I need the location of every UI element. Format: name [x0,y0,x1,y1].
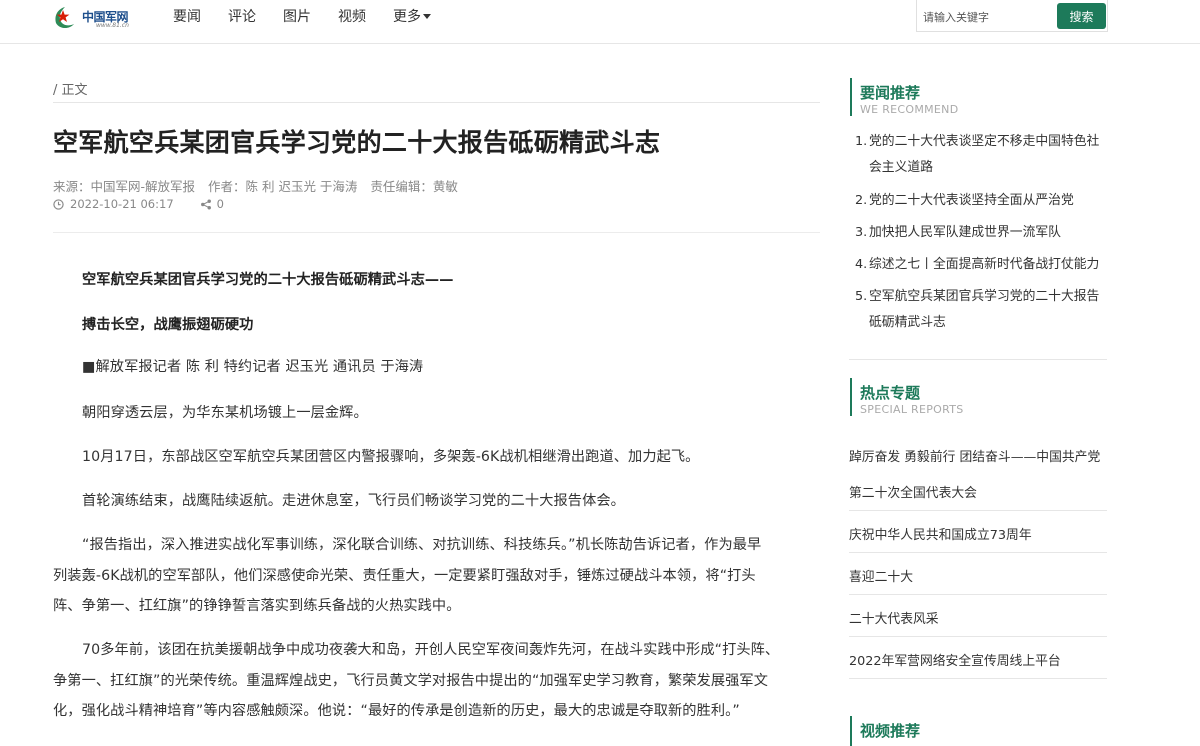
paragraph-line: 10月17日，东部战区空军航空兵某团营区内警报骤响，多架轰-6K战机相继滑出跑道… [82,449,700,465]
paragraph-line: 70多年前，该团在抗美援朝战争中成功夜袭大和岛，开创人民空军夜间轰炸先河，在战斗… [82,642,780,658]
paragraph-line: 搏击长空，战鹰振翅砺硬功 [82,317,254,333]
special-item[interactable]: 踔厉奋发 勇毅前行 团结奋斗——中国共产党 [849,446,1100,465]
section-accent-bar [850,378,852,416]
article-title: 空军航空兵某团官兵学习党的二十大报告砥砺精武斗志 [53,128,661,157]
recommend-number: 3. [855,225,868,240]
paragraph-line: 争第一、扛红旗”的光荣传统。重温辉煌战史，飞行员黄文学对报告中提出的“加强军史学… [53,672,768,689]
share-icon [200,199,211,209]
section-accent-bar [850,716,852,746]
special-item[interactable]: 第二十次全国代表大会 [849,482,977,501]
divider [849,510,1107,511]
article-paragraph: 10月17日，东部战区空军航空兵某团营区内警报骤响，多架轰-6K战机相继滑出跑道… [53,442,821,473]
article-meta: 来源：中国军网-解放军报 作者：陈 利 迟玉光 于海涛 责任编辑：黄敏 [53,176,467,195]
nav-pictures[interactable]: 图片 [283,6,311,26]
special-item[interactable]: 二十大代表风采 [849,608,939,627]
breadcrumb: / 正文 [53,83,88,98]
article-paragraph: 70多年前，该团在抗美援朝战争中成功夜袭大和岛，开创人民空军夜间轰炸先河，在战斗… [53,635,821,727]
search-input[interactable] [923,8,1053,26]
nav-more[interactable]: 更多 [393,6,431,26]
video-title: 视频推荐 [860,722,921,740]
article-paragraph: ■解放军报记者 陈 利 特约记者 迟玉光 通讯员 于海涛 [53,352,821,383]
divider [849,552,1107,553]
nav-comment[interactable]: 评论 [228,6,256,26]
recommend-title: 要闻推荐 [860,84,921,102]
recommend-link: 党的二十大代表谈坚定不移走中国特色社会主义道路 [869,134,1100,175]
recommend-link: 空军航空兵某团官兵学习党的二十大报告砥砺精武斗志 [869,289,1100,330]
divider [53,232,820,233]
paragraph-line: 阵、争第一、扛红旗”的铮铮誓言落实到练兵备战的火热实践中。 [53,598,461,614]
article-editor: 责任编辑：黄敏 [370,179,458,194]
nav-more-label: 更多 [393,9,421,25]
paragraph-line: 首轮演练结束，战鹰陆续返航。走进休息室，飞行员们畅谈学习党的二十大报告体会。 [82,493,625,509]
article-datetime: 2022-10-21 06:17 [70,197,174,211]
recommend-item[interactable]: 1. 党的二十大代表谈坚定不移走中国特色社会主义道路 [855,129,1110,181]
article-paragraph: 首轮演练结束，战鹰陆续返航。走进休息室，飞行员们畅谈学习党的二十大报告体会。 [53,486,821,517]
logo-emblem-icon [55,7,74,29]
special-title: 热点专题 [860,384,921,402]
special-item[interactable]: 庆祝中华人民共和国成立73周年 [849,524,1032,543]
recommend-item[interactable]: 2. 党的二十大代表谈坚持全面从严治党 [855,188,1110,214]
special-item[interactable]: 喜迎二十大 [849,566,913,585]
recommend-number: 4. [855,257,868,272]
divider [849,359,1107,360]
clock-icon [53,198,64,210]
recommend-number: 5. [855,289,868,304]
site-logo[interactable]: 中国军网 www.81.cn [52,5,134,31]
logo-url: www.81.cn [96,22,129,29]
recommend-number: 1. [855,134,868,149]
recommend-link: 党的二十大代表谈坚持全面从严治党 [869,193,1074,208]
paragraph-line: 空军航空兵某团官兵学习党的二十大报告砥砺精武斗志—— [82,272,454,288]
search-box: 搜索 [916,0,1108,32]
article-meta-sub: 2022-10-21 06:17 0 [53,197,224,211]
paragraph-line: 化，强化战斗精神培育”等内容感触颇深。他说：“最好的传承是创造新的历史，最大的忠… [53,703,740,719]
article-paragraph: “报告指出，深入推进实战化军事训练，深化联合训练、对抗训练、科技练兵。”机长陈劼… [53,530,821,622]
special-subtitle: SPECIAL REPORTS [860,403,964,416]
recommend-link: 加快把人民军队建成世界一流军队 [869,225,1061,240]
special-item[interactable]: 2022年军营网络安全宣传周线上平台 [849,650,1061,669]
nav-news[interactable]: 要闻 [173,6,201,26]
article-source: 来源：中国军网-解放军报 [53,179,196,194]
section-accent-bar [850,78,852,116]
article-paragraph: 朝阳穿透云层，为华东某机场镀上一层金辉。 [53,398,821,429]
divider [849,594,1107,595]
paragraph-line: “报告指出，深入推进实战化军事训练，深化联合训练、对抗训练、科技练兵。”机长陈劼… [82,537,762,553]
search-button[interactable]: 搜索 [1057,3,1106,29]
article-paragraph: 空军航空兵某团官兵学习党的二十大报告砥砺精武斗志—— [53,265,821,296]
divider [849,678,1107,679]
divider [849,636,1107,637]
top-header: 中国军网 www.81.cn 要闻 评论 图片 视频 更多 搜索 [0,0,1200,44]
paragraph-line: 朝阳穿透云层，为华东某机场镀上一层金辉。 [82,405,368,421]
divider [53,102,820,103]
share-count: 0 [216,197,224,211]
recommend-link: 综述之七丨全面提高新时代备战打仗能力 [869,257,1100,272]
paragraph-line: ■解放军报记者 陈 利 特约记者 迟玉光 通讯员 于海涛 [82,359,424,375]
share-button[interactable]: 0 [200,197,224,211]
article-author: 作者：陈 利 迟玉光 于海涛 [208,179,358,194]
recommend-item[interactable]: 4. 综述之七丨全面提高新时代备战打仗能力 [855,252,1110,278]
recommend-item[interactable]: 5. 空军航空兵某团官兵学习党的二十大报告砥砺精武斗志 [855,284,1110,336]
main-nav: 要闻 评论 图片 视频 更多 [173,0,458,32]
article-paragraph: 搏击长空，战鹰振翅砺硬功 [53,310,821,341]
recommend-item[interactable]: 3. 加快把人民军队建成世界一流军队 [855,220,1110,246]
caret-down-icon [423,13,431,19]
nav-video[interactable]: 视频 [338,6,366,26]
recommend-subtitle: WE RECOMMEND [860,103,959,116]
paragraph-line: 列装轰-6K战机的空军部队，他们深感使命光荣、责任重大，一定要紧盯强敌对手，锤炼… [53,567,756,584]
recommend-number: 2. [855,193,868,208]
